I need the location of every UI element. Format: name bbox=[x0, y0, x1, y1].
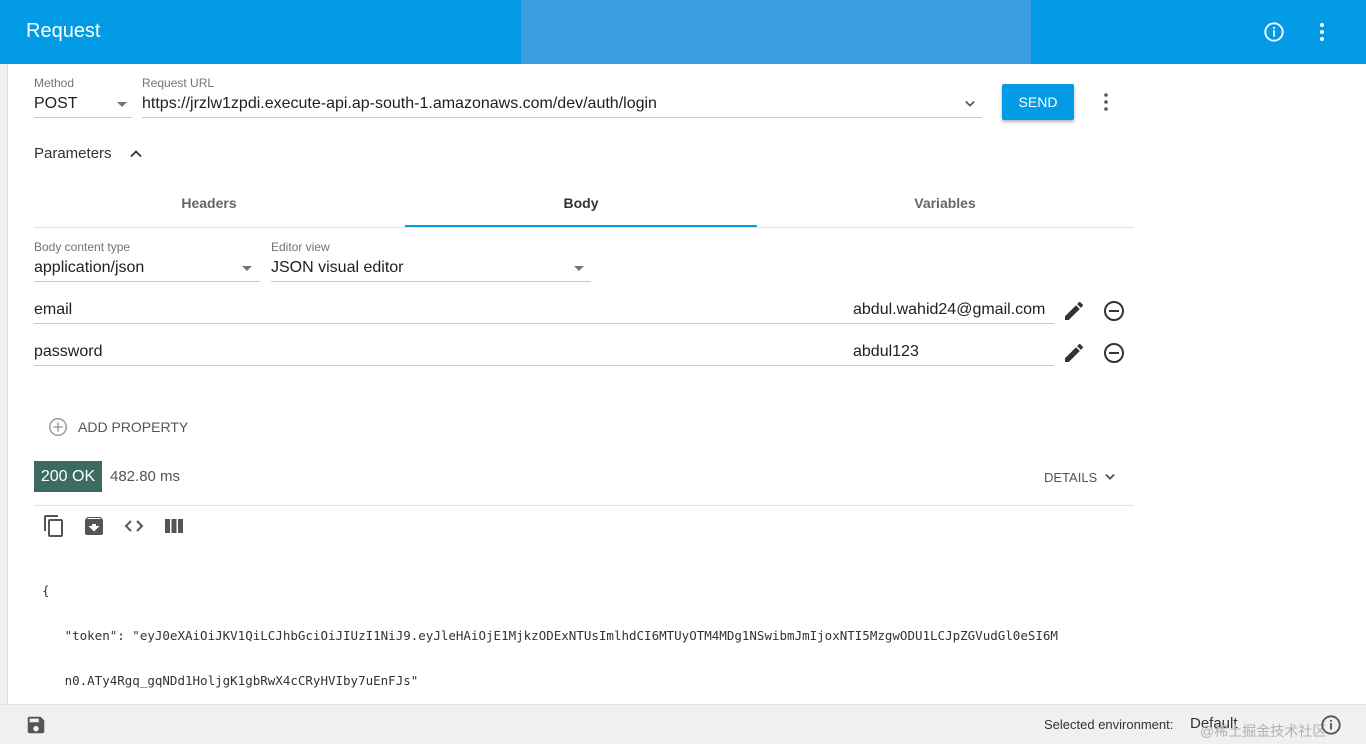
method-dropdown-arrow-icon[interactable] bbox=[117, 102, 127, 107]
send-button[interactable]: SEND bbox=[1002, 84, 1074, 120]
remove-circle-icon[interactable] bbox=[1102, 299, 1126, 328]
property-value-input[interactable]: abdul123 bbox=[853, 343, 919, 361]
property-name-input[interactable]: email bbox=[34, 301, 72, 319]
chevron-up-icon[interactable] bbox=[126, 144, 146, 169]
content-type-dropdown-arrow-icon[interactable] bbox=[242, 266, 252, 271]
parameters-tabs: Headers Body Variables bbox=[34, 180, 1134, 228]
parameters-toggle[interactable]: Parameters bbox=[34, 145, 112, 162]
code-line: n0.ATy4Rgq_gqNDd1HoljgK1gbRwX4cCRyHVIby7… bbox=[42, 673, 419, 688]
property-value-underline bbox=[846, 365, 1054, 366]
property-name-underline bbox=[34, 323, 846, 324]
tab-body[interactable]: Body bbox=[406, 180, 756, 226]
content-type-select[interactable]: application/json bbox=[34, 259, 144, 277]
watermark: @稀土掘金技术社区 bbox=[1200, 723, 1327, 739]
property-value-underline bbox=[846, 323, 1054, 324]
editor-view-dropdown-arrow-icon[interactable] bbox=[574, 266, 584, 271]
code-icon[interactable] bbox=[122, 514, 146, 543]
property-name-input[interactable]: password bbox=[34, 343, 102, 361]
property-name-underline bbox=[34, 365, 846, 366]
response-time: 482.80 ms bbox=[110, 468, 181, 485]
info-icon[interactable] bbox=[1262, 20, 1286, 44]
details-button[interactable]: DETAILS bbox=[1044, 470, 1097, 485]
url-input[interactable]: https://jrzlw1zpdi.execute-api.ap-south-… bbox=[142, 95, 657, 113]
editor-view-underline bbox=[271, 281, 591, 282]
environment-label: Selected environment: bbox=[1044, 717, 1174, 732]
remove-circle-icon[interactable] bbox=[1102, 341, 1126, 370]
property-value-input[interactable]: abdul.wahid24@gmail.com bbox=[853, 301, 1045, 319]
save-icon[interactable] bbox=[25, 714, 47, 741]
add-circle-icon[interactable] bbox=[47, 416, 69, 443]
tab-headers[interactable]: Headers bbox=[34, 180, 384, 226]
editor-view-label: Editor view bbox=[271, 240, 330, 254]
method-underline bbox=[34, 117, 132, 118]
app-bar: Request bbox=[0, 0, 1366, 64]
add-property-button[interactable]: ADD PROPERTY bbox=[78, 419, 188, 435]
editor-view-select[interactable]: JSON visual editor bbox=[271, 259, 404, 277]
code-line: { bbox=[42, 583, 50, 598]
edit-icon[interactable] bbox=[1062, 299, 1086, 328]
edit-icon[interactable] bbox=[1062, 341, 1086, 370]
columns-icon[interactable] bbox=[162, 514, 186, 543]
url-underline bbox=[142, 117, 982, 118]
archive-icon[interactable] bbox=[82, 514, 106, 543]
app-bar-highlight bbox=[521, 0, 1031, 64]
response-divider bbox=[34, 505, 1134, 506]
status-badge: 200 OK bbox=[34, 461, 102, 492]
chevron-down-icon[interactable] bbox=[960, 94, 980, 119]
request-more-icon[interactable] bbox=[1094, 90, 1118, 119]
tab-active-indicator bbox=[405, 225, 757, 227]
content-type-label: Body content type bbox=[34, 240, 131, 254]
chevron-down-icon[interactable] bbox=[1100, 467, 1120, 492]
content-type-underline bbox=[34, 281, 260, 282]
footer-bar: Selected environment: Default @稀土掘金技术社区 bbox=[0, 704, 1366, 744]
more-vert-icon[interactable] bbox=[1310, 20, 1334, 44]
code-line: "token": "eyJ0eXAiOiJKV1QiLCJhbGciOiJIUz… bbox=[42, 628, 1058, 643]
tab-variables[interactable]: Variables bbox=[770, 180, 1120, 226]
left-strip bbox=[0, 64, 8, 704]
copy-icon[interactable] bbox=[42, 514, 66, 543]
page-title: Request bbox=[26, 20, 101, 42]
info-icon[interactable] bbox=[1320, 714, 1342, 741]
url-label: Request URL bbox=[142, 76, 215, 90]
method-label: Method bbox=[34, 76, 75, 90]
method-select[interactable]: POST bbox=[34, 95, 78, 113]
